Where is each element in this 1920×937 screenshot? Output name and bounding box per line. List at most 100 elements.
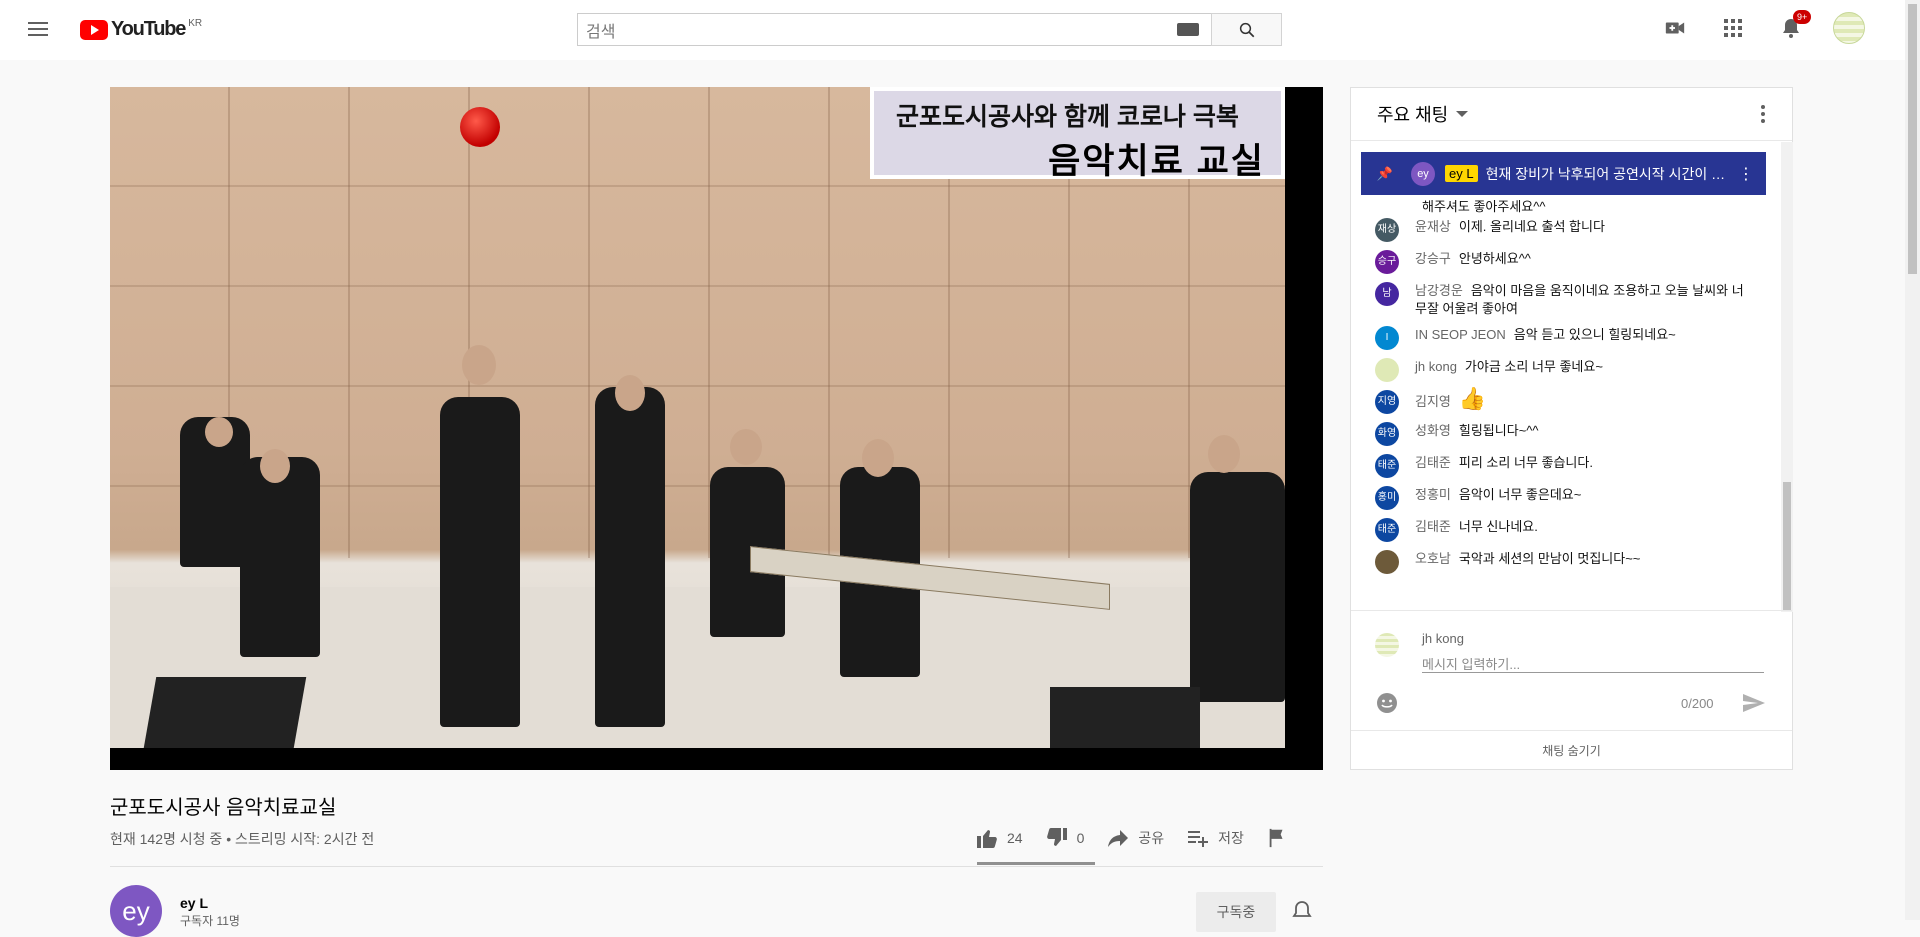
chat-author-name[interactable]: 남강경운 <box>1415 283 1463 298</box>
chat-author-avatar: 남 <box>1375 282 1399 306</box>
user-avatar <box>1375 633 1399 657</box>
chat-author-name[interactable]: 김태준 <box>1415 455 1451 470</box>
send-icon[interactable] <box>1741 691 1767 715</box>
save-button[interactable]: 저장 <box>1186 826 1244 850</box>
like-button[interactable]: 24 <box>975 826 1023 850</box>
keyboard-icon[interactable] <box>1177 23 1199 36</box>
flag-icon <box>1269 828 1283 848</box>
chat-message-body: 김태준 피리 소리 너무 좋습니다. <box>1415 454 1593 472</box>
chat-message[interactable]: 지영 김지영 👍 <box>1351 386 1777 418</box>
account-avatar[interactable] <box>1833 12 1865 44</box>
chat-message[interactable]: jh kong 가야금 소리 너무 좋네요~ <box>1351 354 1777 386</box>
share-button[interactable]: 공유 <box>1106 826 1164 850</box>
chat-message[interactable]: 홍미 정홍미 음악이 너무 좋은데요~ <box>1351 482 1777 514</box>
more-vert-icon[interactable]: ⋮ <box>1738 164 1754 184</box>
chat-message-text: 안녕하세요^^ <box>1458 251 1531 266</box>
thumbs-up-icon <box>977 830 997 848</box>
chat-message-input[interactable]: 메시지 입력하기... <box>1422 651 1764 673</box>
chat-message[interactable]: 태준 김태준 너무 신나네요. <box>1351 514 1777 546</box>
chat-author-avatar: 태준 <box>1375 454 1399 478</box>
chat-message[interactable]: 재상 윤재상 이제. 올리네요 출석 합니다 <box>1351 214 1777 246</box>
chat-message[interactable]: 오호남 국악과 세션의 만남이 멋집니다~~ <box>1351 546 1777 578</box>
chat-author-avatar: 재상 <box>1375 218 1399 242</box>
chat-message-body: 오호남 국악과 세션의 만남이 멋집니다~~ <box>1415 550 1640 568</box>
video-player[interactable]: 군포도시공사와 함께 코로나 극복 음악치료 교실 <box>110 87 1323 770</box>
search-input[interactable]: 검색 <box>577 13 1211 46</box>
chat-message-text: 음악이 마음을 움직이네요 조용하고 오늘 날씨와 너무잘 어울려 좋아여 <box>1415 283 1744 316</box>
more-vert-icon[interactable] <box>1760 104 1766 124</box>
chat-scroll-thumb[interactable] <box>1783 482 1791 610</box>
chat-message[interactable]: 화영 성화영 힐링됩니다~^^ <box>1351 418 1777 450</box>
search-button[interactable] <box>1211 13 1282 46</box>
chat-message-text: 너무 신나네요. <box>1458 519 1538 534</box>
pinned-message[interactable]: 📌 ey ey L 현재 장비가 낙후되어 공연시작 시간이 지연되었습니다. … <box>1361 152 1766 195</box>
chat-mode-dropdown[interactable]: 주요 채팅 <box>1377 101 1448 127</box>
hide-chat-button[interactable]: 채팅 숨기기 <box>1351 730 1792 770</box>
like-ratio-bar <box>977 862 1095 865</box>
top-right-icons: 9+ <box>1659 10 1865 44</box>
channel-bell-icon[interactable] <box>1292 900 1312 927</box>
chat-input-area: jh kong 메시지 입력하기... 0/200 <box>1351 610 1792 730</box>
pin-icon: 📌 <box>1376 165 1394 181</box>
chat-message-list: 해주셔도 좋아주세요^^ 재상 윤재상 이제. 올리네요 출석 합니다 승구 강승구 안녕… <box>1351 196 1777 609</box>
subscriber-count: 구독자 11명 <box>180 914 240 928</box>
chat-scrollbar[interactable] <box>1781 142 1793 612</box>
notifications-bell-icon[interactable]: 9+ <box>1775 10 1812 44</box>
chat-author-name[interactable]: 윤재상 <box>1415 219 1451 234</box>
chat-author-name[interactable]: 오호남 <box>1415 551 1451 566</box>
subscribed-button[interactable]: 구독중 <box>1196 892 1276 932</box>
thumbs-down-icon <box>1046 828 1067 846</box>
video-title: 군포도시공사 음악치료교실 <box>110 797 337 819</box>
notification-badge: 9+ <box>1793 10 1812 24</box>
chat-author-name[interactable]: 성화영 <box>1415 423 1451 438</box>
logo-text: YouTube <box>111 18 186 40</box>
chat-message-body: 김태준 너무 신나네요. <box>1415 518 1538 536</box>
chat-message-body: IN SEOP JEON 음악 듣고 있으니 힐링되네요~ <box>1415 326 1676 344</box>
live-chat-panel: 주요 채팅 📌 ey ey L 현재 장비가 낙후되어 공연시작 시간이 지연되… <box>1350 87 1793 770</box>
chat-author-name[interactable]: 김지영 <box>1415 394 1451 409</box>
youtube-logo[interactable]: YouTube KR <box>80 18 202 41</box>
video-frame: 군포도시공사와 함께 코로나 극복 음악치료 교실 <box>110 87 1285 748</box>
divider <box>110 866 1323 867</box>
chat-message-body: 윤재상 이제. 올리네요 출석 합니다 <box>1415 218 1605 236</box>
chat-message-body: 남강경운 음악이 마음을 움직이네요 조용하고 오늘 날씨와 너무잘 어울려 좋아… <box>1415 282 1753 318</box>
chat-message-body: 성화영 힐링됩니다~^^ <box>1415 422 1538 440</box>
chat-message-text: 힐링됩니다~^^ <box>1458 423 1539 438</box>
share-label: 공유 <box>1138 830 1165 846</box>
create-video-icon[interactable] <box>1659 12 1691 44</box>
menu-icon[interactable] <box>24 18 54 42</box>
chat-message[interactable]: 남 남강경운 음악이 마음을 움직이네요 조용하고 오늘 날씨와 너무잘 어울려 좋… <box>1351 278 1777 322</box>
chevron-down-icon[interactable] <box>1456 111 1469 117</box>
page-scrollbar[interactable] <box>1905 0 1920 920</box>
chat-author-name[interactable]: 강승구 <box>1415 251 1451 266</box>
chat-message-text: 👍 <box>1458 386 1487 411</box>
chat-message-body: 김지영 👍 <box>1415 388 1486 411</box>
dislike-button[interactable]: 0 <box>1045 826 1084 850</box>
emoji-icon[interactable] <box>1375 691 1399 715</box>
chat-author-avatar: 지영 <box>1375 390 1399 414</box>
video-view-info: 현재 142명 시청 중 • 스트리밍 시작: 2시간 전 <box>110 831 375 847</box>
chat-author-name[interactable]: 김태준 <box>1415 519 1451 534</box>
masthead: YouTube KR 검색 9+ <box>0 0 1905 60</box>
chat-message-body: jh kong 가야금 소리 너무 좋네요~ <box>1415 358 1603 376</box>
save-label: 저장 <box>1218 830 1244 846</box>
page-scroll-thumb[interactable] <box>1908 4 1917 274</box>
video-actions: 24 0 공유 저장 <box>975 826 1288 850</box>
chat-message[interactable]: I IN SEOP JEON 음악 듣고 있으니 힐링되네요~ <box>1351 322 1777 354</box>
apps-grid-icon[interactable] <box>1717 12 1749 44</box>
chat-author-avatar: 승구 <box>1375 250 1399 274</box>
chat-author-avatar <box>1375 550 1399 574</box>
chat-message-text: 음악이 너무 좋은데요~ <box>1458 487 1582 502</box>
chat-author-name[interactable]: IN SEOP JEON <box>1415 327 1506 342</box>
chat-message[interactable]: 태준 김태준 피리 소리 너무 좋습니다. <box>1351 450 1777 482</box>
chat-message-body: 정홍미 음악이 너무 좋은데요~ <box>1415 486 1581 504</box>
chat-author-name[interactable]: jh kong <box>1415 359 1457 374</box>
logo-country: KR <box>188 18 203 29</box>
channel-avatar[interactable]: ey <box>110 885 162 937</box>
channel-name[interactable]: ey L <box>180 895 208 911</box>
chat-message[interactable]: 승구 강승구 안녕하세요^^ <box>1351 246 1777 278</box>
report-button[interactable] <box>1266 827 1288 849</box>
chat-author-name[interactable]: 정홍미 <box>1415 487 1451 502</box>
chat-message-text: 국악과 세션의 만남이 멋집니다~~ <box>1458 551 1641 566</box>
chat-message-text: 피리 소리 너무 좋습니다. <box>1458 455 1593 470</box>
